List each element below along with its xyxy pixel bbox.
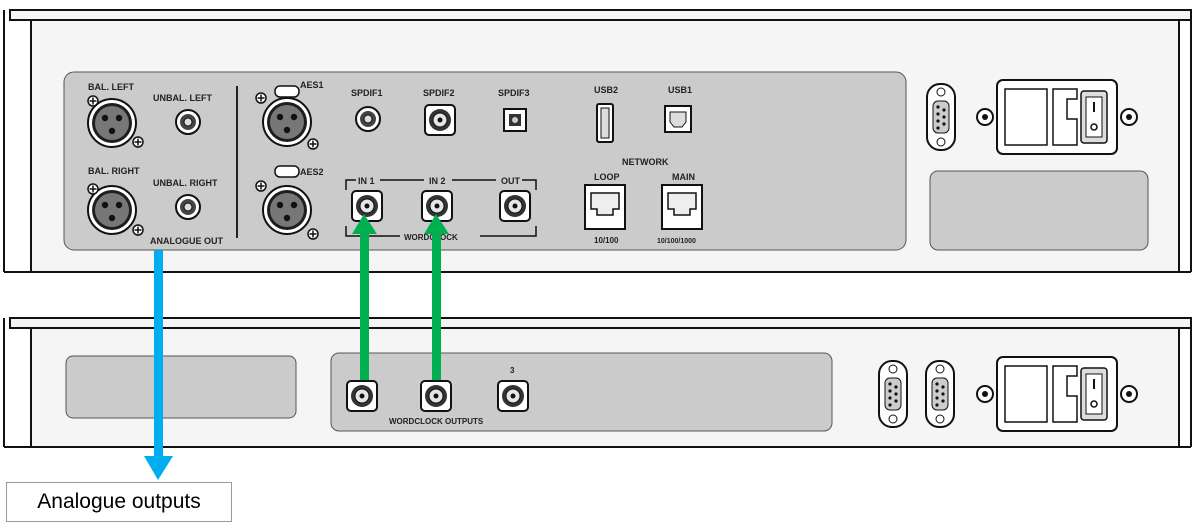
dsub-connector-top (926, 83, 956, 151)
rca-spdif1[interactable] (355, 106, 381, 132)
spdif2-label: SPDIF2 (423, 88, 455, 98)
usb2-port[interactable] (596, 103, 614, 143)
wordclock-outputs-label: WORDCLOCK OUTPUTS (389, 417, 484, 426)
analogue-out-label: ANALOGUE OUT (150, 236, 224, 246)
dsub-connector-bottom-1 (878, 360, 908, 428)
loop-speed-label: 10/100 (594, 236, 619, 245)
spdif3-label: SPDIF3 (498, 88, 530, 98)
rj45-loop[interactable] (584, 184, 626, 230)
wc-in2-label: IN 2 (429, 176, 446, 186)
bnc-wc-output-3[interactable] (497, 380, 529, 412)
aes2-label: AES2 (300, 167, 324, 177)
main-speed-label: 10/100/1000 (657, 238, 696, 245)
unbal-left-label: UNBAL. LEFT (153, 93, 212, 103)
iec-power-inlet-bottom (976, 356, 1138, 432)
usb1-port[interactable] (664, 105, 692, 133)
rca-unbal-left[interactable] (175, 109, 201, 135)
bnc-wc-out[interactable] (499, 190, 531, 222)
aes1-label: AES1 (300, 80, 324, 90)
bnc-spdif2[interactable] (424, 104, 456, 136)
wordclock-label: WORDCLOCK (404, 233, 458, 242)
rca-unbal-right[interactable] (175, 194, 201, 220)
bnc-wc-output-2[interactable] (420, 380, 452, 412)
network-label: NETWORK (622, 157, 669, 167)
wc-in1-label: IN 1 (358, 176, 375, 186)
connection-diagram: BAL. LEFT UNBAL. LEFT BAL. RIGHT UNBAL. … (3, 9, 1192, 480)
spdif1-label: SPDIF1 (351, 88, 383, 98)
top-unit: BAL. LEFT UNBAL. LEFT BAL. RIGHT UNBAL. … (3, 9, 1192, 273)
rj45-main[interactable] (661, 184, 703, 230)
blank-plate-bottom (65, 355, 297, 419)
usb2-label: USB2 (594, 85, 618, 95)
analogue-outputs-callout: Analogue outputs (6, 482, 232, 522)
bal-left-label: BAL. LEFT (88, 82, 134, 92)
iec-power-inlet-top (976, 79, 1138, 155)
bnc-wc-in1[interactable] (351, 190, 383, 222)
usb1-label: USB1 (668, 85, 692, 95)
unbal-right-label: UNBAL. RIGHT (153, 178, 218, 188)
bnc-wc-output-1[interactable] (346, 380, 378, 412)
wc-out-label: OUT (501, 176, 521, 186)
main-label: MAIN (672, 172, 695, 182)
loop-label: LOOP (594, 172, 620, 182)
blank-plate-top (929, 170, 1149, 251)
output-3-label: 3 (510, 366, 515, 375)
dsub-connector-bottom-2 (925, 360, 955, 428)
bottom-unit: 3 WORDCLOCK OUTPUTS (3, 317, 1192, 448)
optical-spdif3[interactable] (503, 108, 527, 132)
bal-right-label: BAL. RIGHT (88, 166, 140, 176)
